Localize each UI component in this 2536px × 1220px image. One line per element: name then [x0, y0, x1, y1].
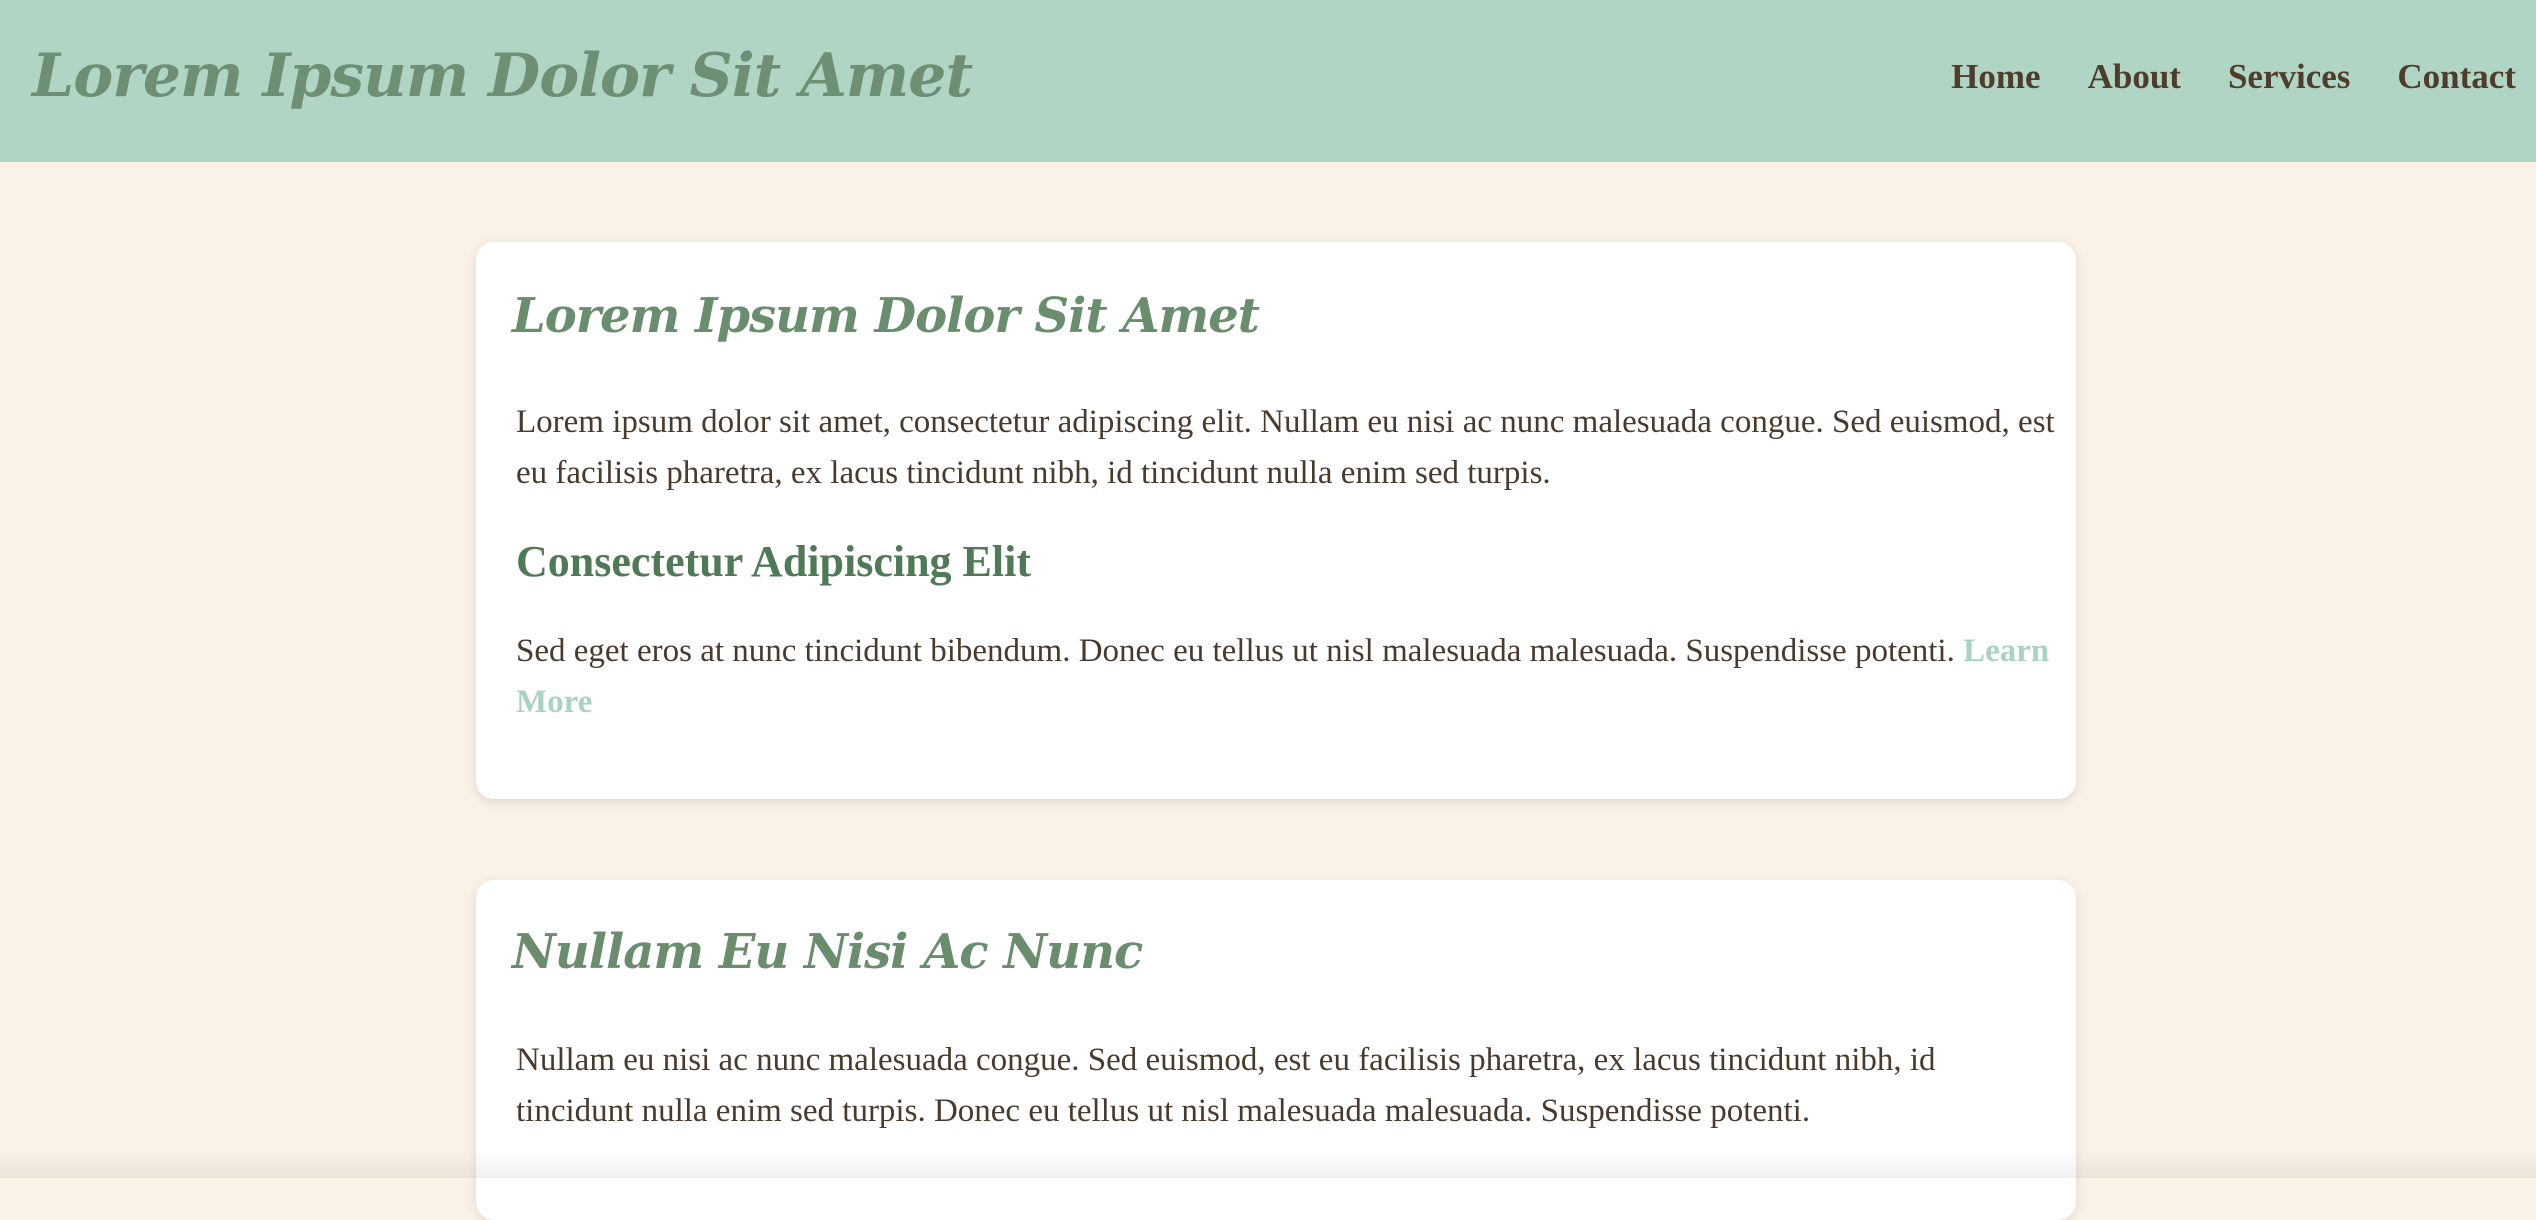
content-card: Nullam Eu Nisi Ac Nunc Nullam eu nisi ac…	[476, 880, 2076, 1220]
card-paragraph-text: Sed eget eros at nunc tincidunt bibendum…	[516, 633, 1955, 669]
site-header: Lorem Ipsum Dolor Sit Amet Home About Se…	[0, 0, 2536, 162]
site-title[interactable]: Lorem Ipsum Dolor Sit Amet	[32, 36, 973, 116]
nav-link-services[interactable]: Services	[2228, 53, 2350, 101]
card-subheading: Consectetur Adipiscing Elit	[516, 537, 1032, 586]
nav-link-about[interactable]: About	[2088, 53, 2181, 101]
main-nav: Home About Services Contact	[1904, 53, 2516, 101]
card-title: Lorem Ipsum Dolor Sit Amet	[512, 288, 1260, 344]
card-paragraph: Nullam eu nisi ac nunc malesuada congue.…	[516, 1042, 1936, 1129]
nav-link-home[interactable]: Home	[1951, 53, 2040, 101]
card-title: Nullam Eu Nisi Ac Nunc	[512, 924, 1143, 980]
content-card: Lorem Ipsum Dolor Sit Amet Lorem ipsum d…	[476, 242, 2076, 799]
card-paragraph: Sed eget eros at nunc tincidunt bibendum…	[516, 626, 2061, 728]
nav-link-contact[interactable]: Contact	[2397, 53, 2516, 101]
card-paragraph: Lorem ipsum dolor sit amet, consectetur …	[516, 404, 2055, 491]
